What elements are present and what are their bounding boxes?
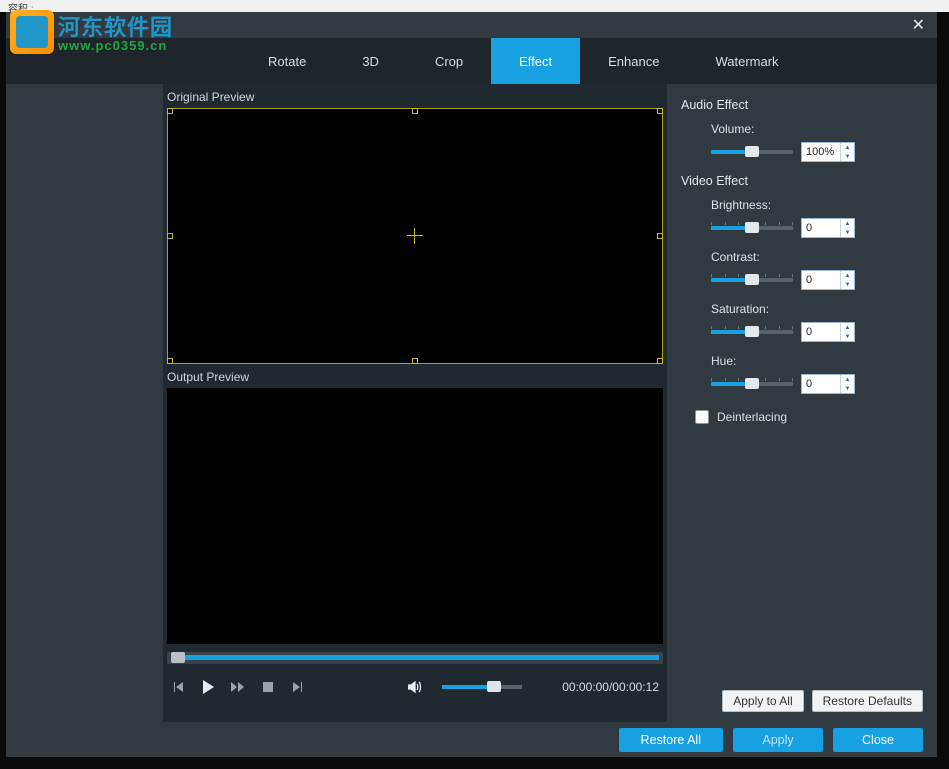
volume-value: 100% <box>802 146 840 158</box>
tab-rotate[interactable]: Rotate <box>240 38 334 84</box>
spin-down-icon[interactable]: ▼ <box>841 332 854 341</box>
spin-up-icon[interactable]: ▲ <box>841 375 854 384</box>
output-preview-label: Output Preview <box>163 364 667 388</box>
hue-slider[interactable] <box>711 382 793 386</box>
spin-down-icon[interactable]: ▼ <box>841 152 854 161</box>
left-gutter <box>6 84 163 722</box>
center-cross-icon[interactable] <box>407 228 423 244</box>
close-button[interactable]: Close <box>833 728 923 752</box>
hue-label: Hue: <box>711 354 923 368</box>
volume-effect-slider[interactable] <box>711 150 793 154</box>
saturation-spinbox[interactable]: 0 ▲▼ <box>801 322 855 342</box>
hue-thumb[interactable] <box>745 378 759 389</box>
tab-3d[interactable]: 3D <box>334 38 407 84</box>
restore-all-button[interactable]: Restore All <box>619 728 723 752</box>
video-effect-heading: Video Effect <box>681 174 923 188</box>
close-icon[interactable]: ✕ <box>908 13 929 37</box>
brightness-value: 0 <box>802 222 840 234</box>
spin-down-icon[interactable]: ▼ <box>841 384 854 393</box>
next-button[interactable] <box>287 676 309 698</box>
stop-button[interactable] <box>257 676 279 698</box>
apply-button[interactable]: Apply <box>733 728 823 752</box>
timeline-slider[interactable] <box>167 652 663 664</box>
play-button[interactable] <box>197 676 219 698</box>
titlebar: Edit ✕ <box>6 12 937 38</box>
volume-label: Volume: <box>711 122 923 136</box>
crop-handle-br[interactable] <box>657 358 663 364</box>
volume-slider[interactable] <box>442 685 522 689</box>
spin-up-icon[interactable]: ▲ <box>841 271 854 280</box>
contrast-value: 0 <box>802 274 840 286</box>
volume-spinbox[interactable]: 100% ▲▼ <box>801 142 855 162</box>
brightness-thumb[interactable] <box>745 222 759 233</box>
deinterlacing-label: Deinterlacing <box>717 410 787 424</box>
spin-up-icon[interactable]: ▲ <box>841 143 854 152</box>
crop-handle-tl[interactable] <box>167 108 173 114</box>
fast-forward-button[interactable] <box>227 676 249 698</box>
brightness-slider[interactable] <box>711 226 793 230</box>
hue-value: 0 <box>802 378 840 390</box>
crop-handle-t[interactable] <box>412 108 418 114</box>
tab-enhance[interactable]: Enhance <box>580 38 687 84</box>
edit-window: Edit ✕ Rotate 3D Crop Effect Enhance Wat… <box>6 12 937 757</box>
tab-watermark[interactable]: Watermark <box>687 38 806 84</box>
crop-handle-r[interactable] <box>657 233 663 239</box>
crop-handle-tr[interactable] <box>657 108 663 114</box>
crop-handle-b[interactable] <box>412 358 418 364</box>
tab-effect[interactable]: Effect <box>491 38 580 84</box>
prev-button[interactable] <box>167 676 189 698</box>
crop-handle-l[interactable] <box>167 233 173 239</box>
deinterlacing-checkbox[interactable] <box>695 410 709 424</box>
audio-effect-heading: Audio Effect <box>681 98 923 112</box>
brightness-spinbox[interactable]: 0 ▲▼ <box>801 218 855 238</box>
contrast-thumb[interactable] <box>745 274 759 285</box>
spin-up-icon[interactable]: ▲ <box>841 219 854 228</box>
volume-icon[interactable] <box>404 676 426 698</box>
saturation-slider[interactable] <box>711 330 793 334</box>
saturation-value: 0 <box>802 326 840 338</box>
original-preview[interactable] <box>167 108 663 364</box>
saturation-thumb[interactable] <box>745 326 759 337</box>
tabs-row: Rotate 3D Crop Effect Enhance Watermark <box>6 38 937 84</box>
brightness-label: Brightness: <box>711 198 923 212</box>
saturation-label: Saturation: <box>711 302 923 316</box>
contrast-slider[interactable] <box>711 278 793 282</box>
timeline-thumb[interactable] <box>171 652 185 663</box>
spin-down-icon[interactable]: ▼ <box>841 228 854 237</box>
spin-down-icon[interactable]: ▼ <box>841 280 854 289</box>
footer-row: Restore All Apply Close <box>6 722 937 757</box>
effect-panel: Audio Effect Volume: 100% ▲▼ Video Effec… <box>667 84 937 722</box>
volume-effect-thumb[interactable] <box>745 146 759 157</box>
playback-controls: 00:00:00/00:00:12 <box>167 672 663 702</box>
time-display: 00:00:00/00:00:12 <box>562 680 659 694</box>
apply-to-all-button[interactable]: Apply to All <box>722 690 803 712</box>
original-preview-label: Original Preview <box>163 84 667 108</box>
preview-column: Original Preview Output Preview <box>163 84 667 722</box>
crop-handle-bl[interactable] <box>167 358 173 364</box>
contrast-label: Contrast: <box>711 250 923 264</box>
window-title: Edit <box>14 19 33 31</box>
spin-up-icon[interactable]: ▲ <box>841 323 854 332</box>
hue-spinbox[interactable]: 0 ▲▼ <box>801 374 855 394</box>
output-preview <box>167 388 663 644</box>
restore-defaults-button[interactable]: Restore Defaults <box>812 690 923 712</box>
background-desktop-strip: 容积 : <box>0 0 949 12</box>
volume-thumb[interactable] <box>487 681 501 692</box>
tab-crop[interactable]: Crop <box>407 38 491 84</box>
contrast-spinbox[interactable]: 0 ▲▼ <box>801 270 855 290</box>
